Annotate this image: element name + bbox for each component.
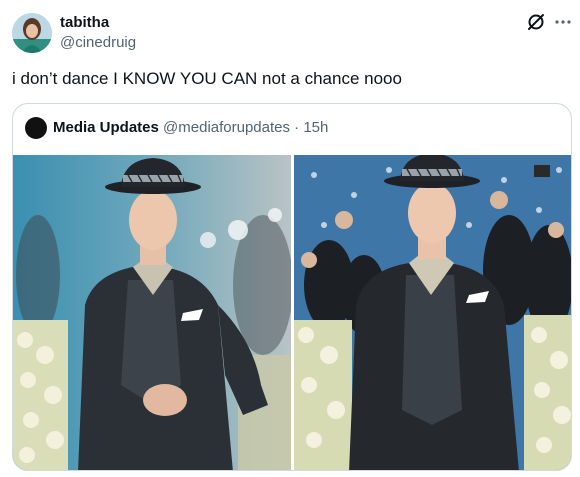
media-photo-right[interactable] (294, 155, 571, 470)
grok-icon[interactable] (526, 12, 546, 32)
quote-author-avatar[interactable] (25, 117, 47, 139)
author-name[interactable]: tabitha (60, 14, 109, 32)
media-grid (13, 155, 571, 470)
quote-header: Media Updates @mediaforupdates · 15h (53, 118, 328, 138)
quote-separator: · (294, 119, 300, 136)
more-icon[interactable] (554, 12, 572, 32)
media-photo-left[interactable] (13, 155, 291, 470)
avatar-image (12, 13, 52, 53)
quote-timestamp[interactable]: 15h (303, 119, 328, 136)
author-handle[interactable]: @cinedruig (60, 34, 136, 52)
quoted-post[interactable]: Media Updates @mediaforupdates · 15h (12, 103, 572, 471)
post[interactable]: tabitha @cinedruig i don’t dance I KNOW … (0, 0, 580, 477)
post-text: i don’t dance I KNOW YOU CAN not a chanc… (12, 69, 402, 88)
quote-author-name[interactable]: Media Updates (53, 119, 159, 136)
author-avatar[interactable] (12, 13, 52, 53)
quote-author-handle[interactable]: @mediaforupdates (163, 119, 290, 136)
